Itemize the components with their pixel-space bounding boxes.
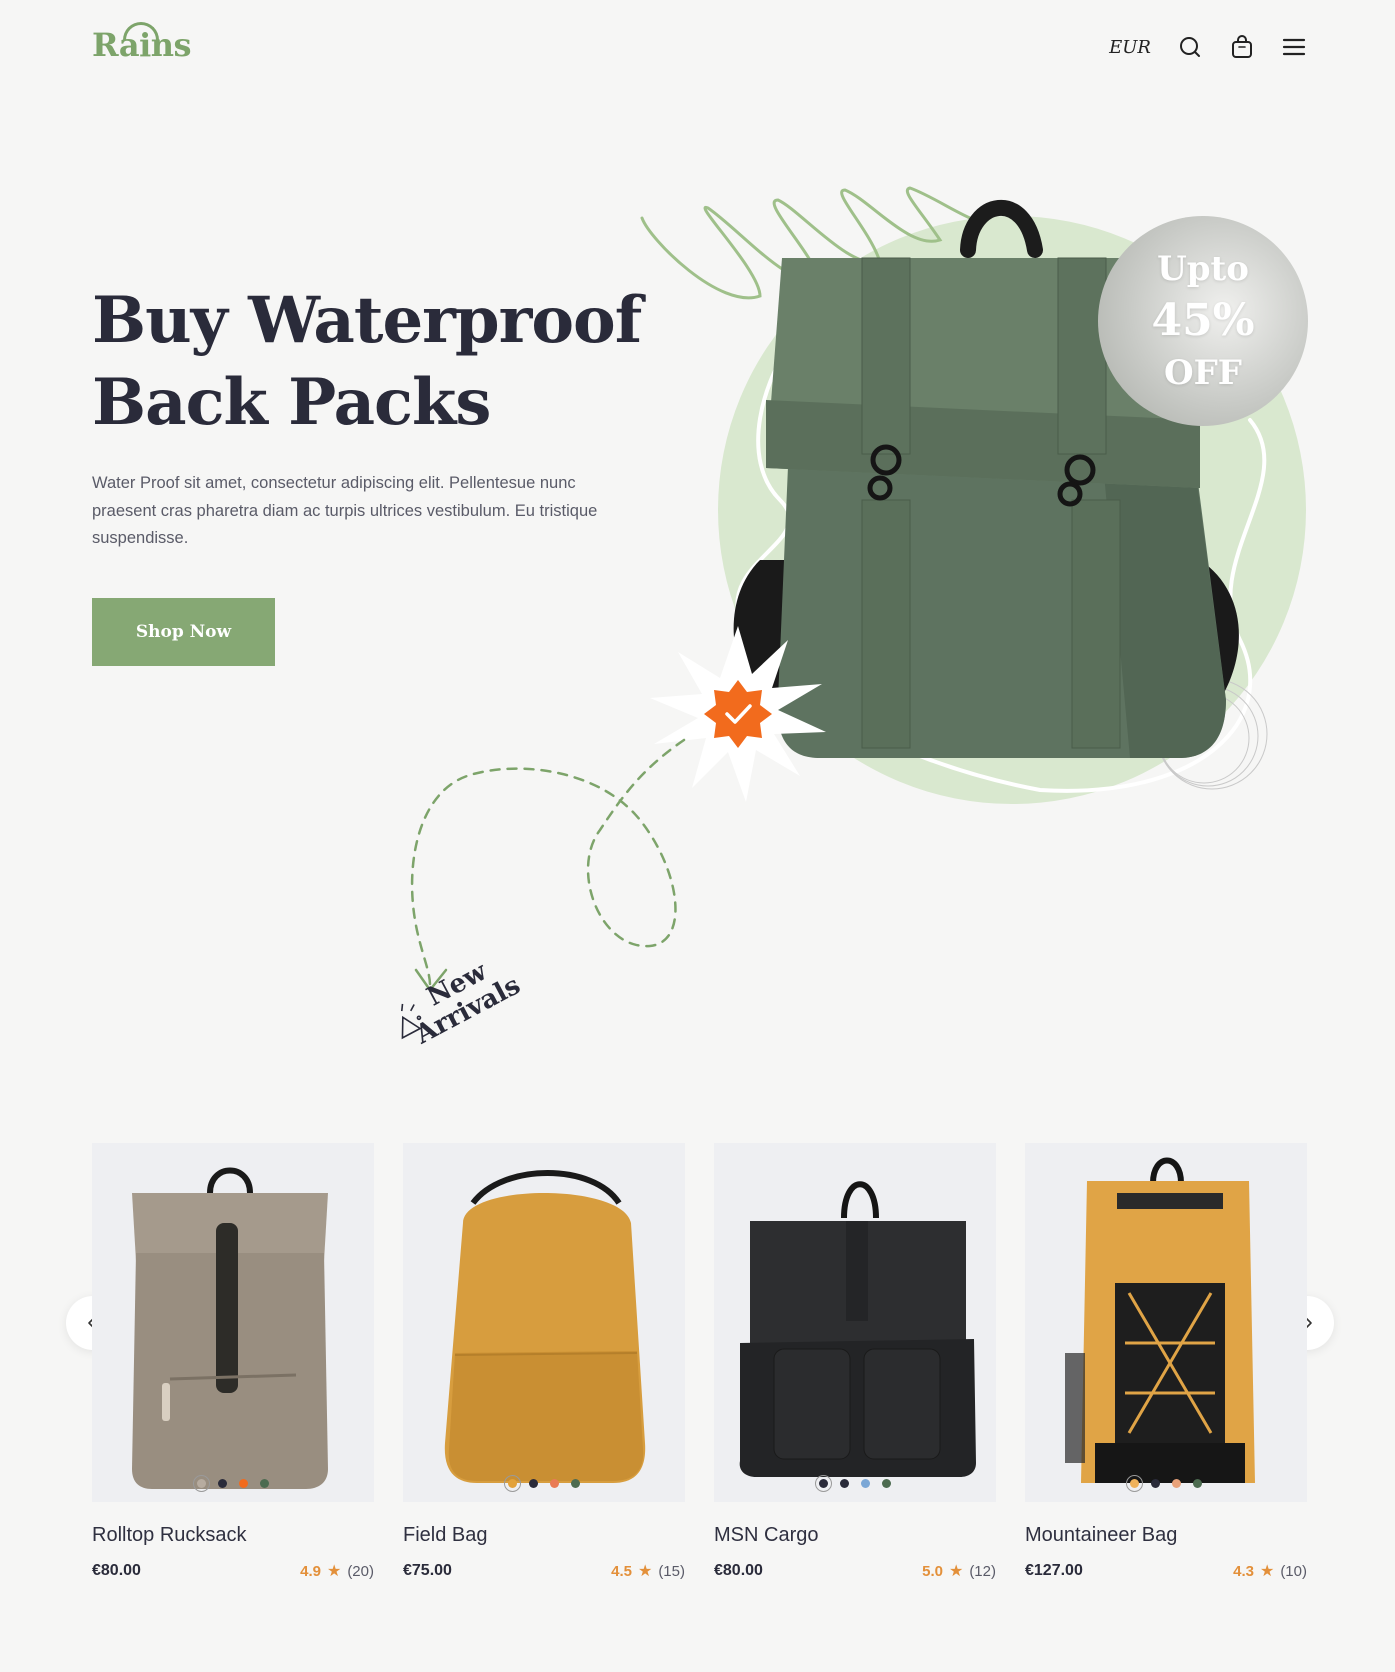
color-swatch[interactable] <box>550 1479 559 1488</box>
rating-score: 4.3 <box>1233 1562 1254 1580</box>
hero-green-zigzag <box>640 186 977 300</box>
menu-icon[interactable] <box>1281 34 1307 60</box>
hero-description: Water Proof sit amet, consectetur adipis… <box>92 474 598 547</box>
product-price: €75.00 <box>403 1562 452 1579</box>
msn-cargo-image <box>739 1181 976 1477</box>
product-image[interactable] <box>1025 1143 1307 1502</box>
shopping-bag-icon[interactable] <box>1229 34 1255 60</box>
product-name[interactable]: Field Bag <box>403 1524 685 1547</box>
product-price: €127.00 <box>1025 1562 1083 1579</box>
discount-badge: Upto 45% OFF <box>1098 216 1308 426</box>
color-swatch[interactable] <box>815 1475 832 1492</box>
product-rating: 4.9 ★ (20) <box>300 1561 374 1581</box>
shop-now-button[interactable]: Shop Now <box>92 598 275 666</box>
product-rating: 4.5 ★ (15) <box>611 1561 685 1581</box>
product-meta: €80.00 4.9 ★ (20) <box>92 1561 374 1581</box>
color-swatch[interactable] <box>1193 1479 1202 1488</box>
color-swatch[interactable] <box>529 1479 538 1488</box>
color-swatch[interactable] <box>504 1475 521 1492</box>
rolltop-rucksack-image <box>132 1167 328 1489</box>
hero-title: Buy Waterproof Back Packs <box>92 280 652 444</box>
product-name[interactable]: Rolltop Rucksack <box>92 1524 374 1547</box>
verified-starburst <box>650 626 826 802</box>
hero-title-line1: Buy Waterproof <box>92 283 642 358</box>
star-icon: ★ <box>326 1563 342 1580</box>
product-rating: 5.0 ★ (12) <box>922 1561 996 1581</box>
rating-score: 4.9 <box>300 1562 321 1580</box>
review-count: (12) <box>969 1562 996 1580</box>
product-card[interactable]: Field Bag €75.00 4.5 ★ (15) <box>403 1143 685 1581</box>
color-swatches <box>1025 1475 1307 1492</box>
product-price: €80.00 <box>714 1562 763 1579</box>
product-image[interactable] <box>403 1143 685 1502</box>
product-meta: €80.00 5.0 ★ (12) <box>714 1561 996 1581</box>
currency-selector[interactable]: EUR <box>1109 37 1151 58</box>
rating-score: 4.5 <box>611 1562 632 1580</box>
discount-badge-line1: Upto <box>1157 249 1249 289</box>
product-meta: €75.00 4.5 ★ (15) <box>403 1561 685 1581</box>
product-image[interactable] <box>714 1143 996 1502</box>
discount-badge-line3: OFF <box>1164 353 1242 393</box>
product-name[interactable]: Mountaineer Bag <box>1025 1524 1307 1547</box>
color-swatch[interactable] <box>1126 1475 1143 1492</box>
review-count: (10) <box>1280 1562 1307 1580</box>
star-icon: ★ <box>1259 1563 1275 1580</box>
color-swatches <box>92 1475 374 1492</box>
product-image[interactable] <box>92 1143 374 1502</box>
star-icon: ★ <box>637 1563 653 1580</box>
color-swatch[interactable] <box>218 1479 227 1488</box>
rating-score: 5.0 <box>922 1562 943 1580</box>
star-icon: ★ <box>948 1563 964 1580</box>
brand-logo[interactable]: Rains <box>92 22 192 64</box>
dashed-loop-path <box>410 738 686 987</box>
review-count: (15) <box>658 1562 685 1580</box>
color-swatch[interactable] <box>571 1479 580 1488</box>
color-swatch[interactable] <box>239 1479 248 1488</box>
color-swatch[interactable] <box>882 1479 891 1488</box>
product-carousel: Rolltop Rucksack €80.00 4.9 ★ (20) Field… <box>92 1143 1307 1581</box>
product-card[interactable]: Mountaineer Bag €127.00 4.3 ★ (10) <box>1025 1143 1307 1581</box>
logo-arch-mark <box>123 22 159 40</box>
discount-badge-line2: 45% <box>1151 295 1255 346</box>
color-swatches <box>403 1475 685 1492</box>
color-swatch[interactable] <box>193 1475 210 1492</box>
hero-title-line2: Back Packs <box>92 365 491 440</box>
color-swatch[interactable] <box>840 1479 849 1488</box>
color-swatch[interactable] <box>1151 1479 1160 1488</box>
product-card[interactable]: MSN Cargo €80.00 5.0 ★ (12) <box>714 1143 996 1581</box>
product-name[interactable]: MSN Cargo <box>714 1524 996 1547</box>
color-swatches <box>714 1475 996 1492</box>
search-icon[interactable] <box>1177 34 1203 60</box>
product-meta: €127.00 4.3 ★ (10) <box>1025 1561 1307 1581</box>
field-bag-image <box>444 1170 646 1483</box>
product-price: €80.00 <box>92 1562 141 1579</box>
color-swatch[interactable] <box>260 1479 269 1488</box>
color-swatch[interactable] <box>861 1479 870 1488</box>
review-count: (20) <box>347 1562 374 1580</box>
product-card[interactable]: Rolltop Rucksack €80.00 4.9 ★ (20) <box>92 1143 374 1581</box>
color-swatch[interactable] <box>1172 1479 1181 1488</box>
mountaineer-bag-image <box>1065 1157 1255 1483</box>
product-rating: 4.3 ★ (10) <box>1233 1561 1307 1581</box>
header-actions: EUR <box>1109 34 1307 60</box>
hero-thin-rings <box>1156 678 1268 790</box>
new-arrivals-label: New Arrivals <box>398 947 526 1051</box>
